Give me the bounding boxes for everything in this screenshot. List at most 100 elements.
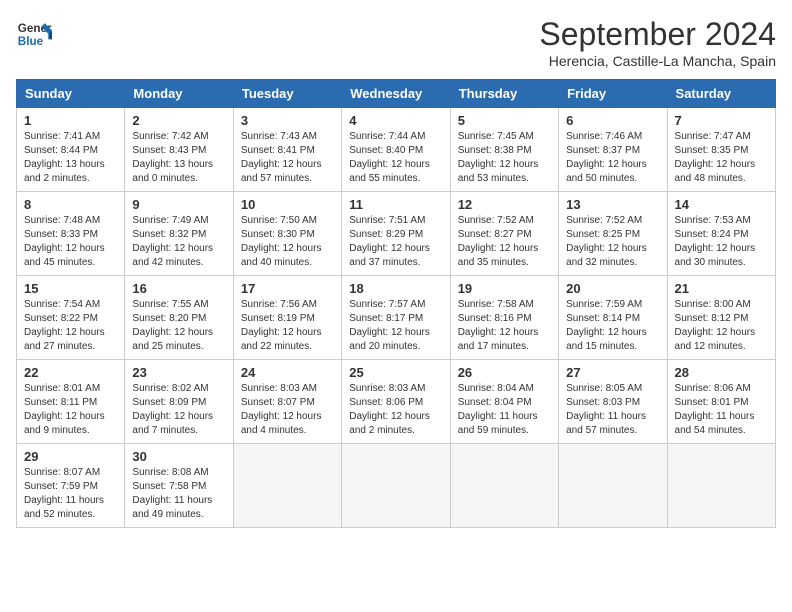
day-number: 26	[458, 365, 551, 380]
day-info: Sunrise: 7:54 AMSunset: 8:22 PMDaylight:…	[24, 298, 117, 354]
day-info: Sunrise: 7:57 AMSunset: 8:17 PMDaylight:…	[349, 298, 442, 354]
calendar-cell: 24Sunrise: 8:03 AMSunset: 8:07 PMDayligh…	[233, 360, 341, 444]
col-header-friday: Friday	[559, 80, 667, 108]
day-number: 14	[675, 197, 768, 212]
calendar-cell: 22 Sunrise: 8:01 AMSunset: 8:11 PMDayligh…	[17, 360, 125, 444]
day-number: 6	[566, 113, 659, 128]
calendar-cell: 13Sunrise: 7:52 AMSunset: 8:25 PMDayligh…	[559, 192, 667, 276]
calendar-cell: 19 Sunrise: 7:58 AMSunset: 8:16 PMDayligh…	[450, 276, 558, 360]
col-header-wednesday: Wednesday	[342, 80, 450, 108]
day-info: Sunrise: 8:01 AMSunset: 8:11 PMDaylight:…	[24, 382, 117, 438]
calendar-cell: 4Sunrise: 7:44 AMSunset: 8:40 PMDaylight…	[342, 108, 450, 192]
calendar-cell: 8 Sunrise: 7:48 AMSunset: 8:33 PMDaylight…	[17, 192, 125, 276]
col-header-saturday: Saturday	[667, 80, 775, 108]
logo-icon: General Blue	[16, 16, 52, 52]
calendar-cell	[559, 444, 667, 528]
day-info: Sunrise: 7:43 AMSunset: 8:41 PMDaylight:…	[241, 130, 334, 186]
day-info: Sunrise: 8:07 AMSunset: 7:59 PMDaylight:…	[24, 466, 117, 522]
week-row-1: 1 Sunrise: 7:41 AMSunset: 8:44 PMDaylight…	[17, 108, 776, 192]
page-header: General Blue September 2024 Herencia, Ca…	[16, 16, 776, 69]
day-number: 10	[241, 197, 334, 212]
header-row: SundayMondayTuesdayWednesdayThursdayFrid…	[17, 80, 776, 108]
calendar-cell: 7 Sunrise: 7:47 AMSunset: 8:35 PMDaylight…	[667, 108, 775, 192]
calendar-cell: 1 Sunrise: 7:41 AMSunset: 8:44 PMDaylight…	[17, 108, 125, 192]
day-number: 7	[675, 113, 768, 128]
day-info: Sunrise: 7:41 AMSunset: 8:44 PMDaylight:…	[24, 130, 117, 186]
day-info: Sunrise: 8:02 AMSunset: 8:09 PMDaylight:…	[132, 382, 225, 438]
col-header-thursday: Thursday	[450, 80, 558, 108]
day-number: 25	[349, 365, 442, 380]
day-info: Sunrise: 8:06 AMSunset: 8:01 PMDaylight:…	[675, 382, 768, 438]
day-number: 9	[132, 197, 225, 212]
col-header-monday: Monday	[125, 80, 233, 108]
calendar-cell: 21 Sunrise: 8:00 AMSunset: 8:12 PMDayligh…	[667, 276, 775, 360]
day-info: Sunrise: 8:08 AMSunset: 7:58 PMDaylight:…	[132, 466, 225, 522]
day-info: Sunrise: 7:53 AMSunset: 8:24 PMDaylight:…	[675, 214, 768, 270]
day-number: 5	[458, 113, 551, 128]
day-info: Sunrise: 7:48 AMSunset: 8:33 PMDaylight:…	[24, 214, 117, 270]
week-row-2: 8 Sunrise: 7:48 AMSunset: 8:33 PMDaylight…	[17, 192, 776, 276]
day-info: Sunrise: 7:46 AMSunset: 8:37 PMDaylight:…	[566, 130, 659, 186]
day-info: Sunrise: 7:42 AMSunset: 8:43 PMDaylight:…	[132, 130, 225, 186]
calendar-cell	[342, 444, 450, 528]
calendar-cell	[450, 444, 558, 528]
day-number: 23	[132, 365, 225, 380]
calendar-cell	[667, 444, 775, 528]
day-number: 21	[675, 281, 768, 296]
day-info: Sunrise: 8:00 AMSunset: 8:12 PMDaylight:…	[675, 298, 768, 354]
day-number: 8	[24, 197, 117, 212]
day-number: 15	[24, 281, 117, 296]
week-row-3: 15 Sunrise: 7:54 AMSunset: 8:22 PMDayligh…	[17, 276, 776, 360]
calendar-cell: 10 Sunrise: 7:50 AMSunset: 8:30 PMDayligh…	[233, 192, 341, 276]
month-title: September 2024	[539, 16, 776, 53]
calendar-cell: 20 Sunrise: 7:59 AMSunset: 8:14 PMDayligh…	[559, 276, 667, 360]
day-info: Sunrise: 8:03 AMSunset: 8:07 PMDaylight:…	[241, 382, 334, 438]
day-number: 22	[24, 365, 117, 380]
day-number: 3	[241, 113, 334, 128]
day-number: 30	[132, 449, 225, 464]
calendar-cell: 12Sunrise: 7:52 AMSunset: 8:27 PMDayligh…	[450, 192, 558, 276]
day-info: Sunrise: 7:59 AMSunset: 8:14 PMDaylight:…	[566, 298, 659, 354]
day-number: 20	[566, 281, 659, 296]
day-info: Sunrise: 7:58 AMSunset: 8:16 PMDaylight:…	[458, 298, 551, 354]
day-number: 1	[24, 113, 117, 128]
logo: General Blue	[16, 16, 52, 52]
day-info: Sunrise: 7:45 AMSunset: 8:38 PMDaylight:…	[458, 130, 551, 186]
day-info: Sunrise: 7:50 AMSunset: 8:30 PMDaylight:…	[241, 214, 334, 270]
calendar-cell: 14 Sunrise: 7:53 AMSunset: 8:24 PMDayligh…	[667, 192, 775, 276]
day-number: 11	[349, 197, 442, 212]
calendar-cell: 30 Sunrise: 8:08 AMSunset: 7:58 PMDayligh…	[125, 444, 233, 528]
day-number: 19	[458, 281, 551, 296]
day-number: 16	[132, 281, 225, 296]
day-info: Sunrise: 7:47 AMSunset: 8:35 PMDaylight:…	[675, 130, 768, 186]
calendar-table: SundayMondayTuesdayWednesdayThursdayFrid…	[16, 79, 776, 528]
calendar-cell: 15 Sunrise: 7:54 AMSunset: 8:22 PMDayligh…	[17, 276, 125, 360]
calendar-cell: 27Sunrise: 8:05 AMSunset: 8:03 PMDayligh…	[559, 360, 667, 444]
day-info: Sunrise: 7:51 AMSunset: 8:29 PMDaylight:…	[349, 214, 442, 270]
calendar-cell: 11 Sunrise: 7:51 AMSunset: 8:29 PMDayligh…	[342, 192, 450, 276]
calendar-cell: 9 Sunrise: 7:49 AMSunset: 8:32 PMDaylight…	[125, 192, 233, 276]
calendar-cell: 23 Sunrise: 8:02 AMSunset: 8:09 PMDayligh…	[125, 360, 233, 444]
title-area: September 2024 Herencia, Castille-La Man…	[539, 16, 776, 69]
day-info: Sunrise: 8:05 AMSunset: 8:03 PMDaylight:…	[566, 382, 659, 438]
calendar-cell: 6 Sunrise: 7:46 AMSunset: 8:37 PMDaylight…	[559, 108, 667, 192]
day-info: Sunrise: 8:03 AMSunset: 8:06 PMDaylight:…	[349, 382, 442, 438]
day-number: 2	[132, 113, 225, 128]
day-number: 29	[24, 449, 117, 464]
day-number: 12	[458, 197, 551, 212]
col-header-sunday: Sunday	[17, 80, 125, 108]
day-number: 17	[241, 281, 334, 296]
location-subtitle: Herencia, Castille-La Mancha, Spain	[539, 53, 776, 69]
day-info: Sunrise: 7:55 AMSunset: 8:20 PMDaylight:…	[132, 298, 225, 354]
calendar-cell: 29 Sunrise: 8:07 AMSunset: 7:59 PMDayligh…	[17, 444, 125, 528]
calendar-cell: 18 Sunrise: 7:57 AMSunset: 8:17 PMDayligh…	[342, 276, 450, 360]
calendar-cell: 3 Sunrise: 7:43 AMSunset: 8:41 PMDaylight…	[233, 108, 341, 192]
svg-text:Blue: Blue	[18, 35, 44, 48]
day-number: 28	[675, 365, 768, 380]
calendar-cell	[233, 444, 341, 528]
calendar-cell: 26Sunrise: 8:04 AMSunset: 8:04 PMDayligh…	[450, 360, 558, 444]
day-number: 18	[349, 281, 442, 296]
calendar-cell: 16 Sunrise: 7:55 AMSunset: 8:20 PMDayligh…	[125, 276, 233, 360]
day-info: Sunrise: 7:49 AMSunset: 8:32 PMDaylight:…	[132, 214, 225, 270]
calendar-cell: 25 Sunrise: 8:03 AMSunset: 8:06 PMDayligh…	[342, 360, 450, 444]
